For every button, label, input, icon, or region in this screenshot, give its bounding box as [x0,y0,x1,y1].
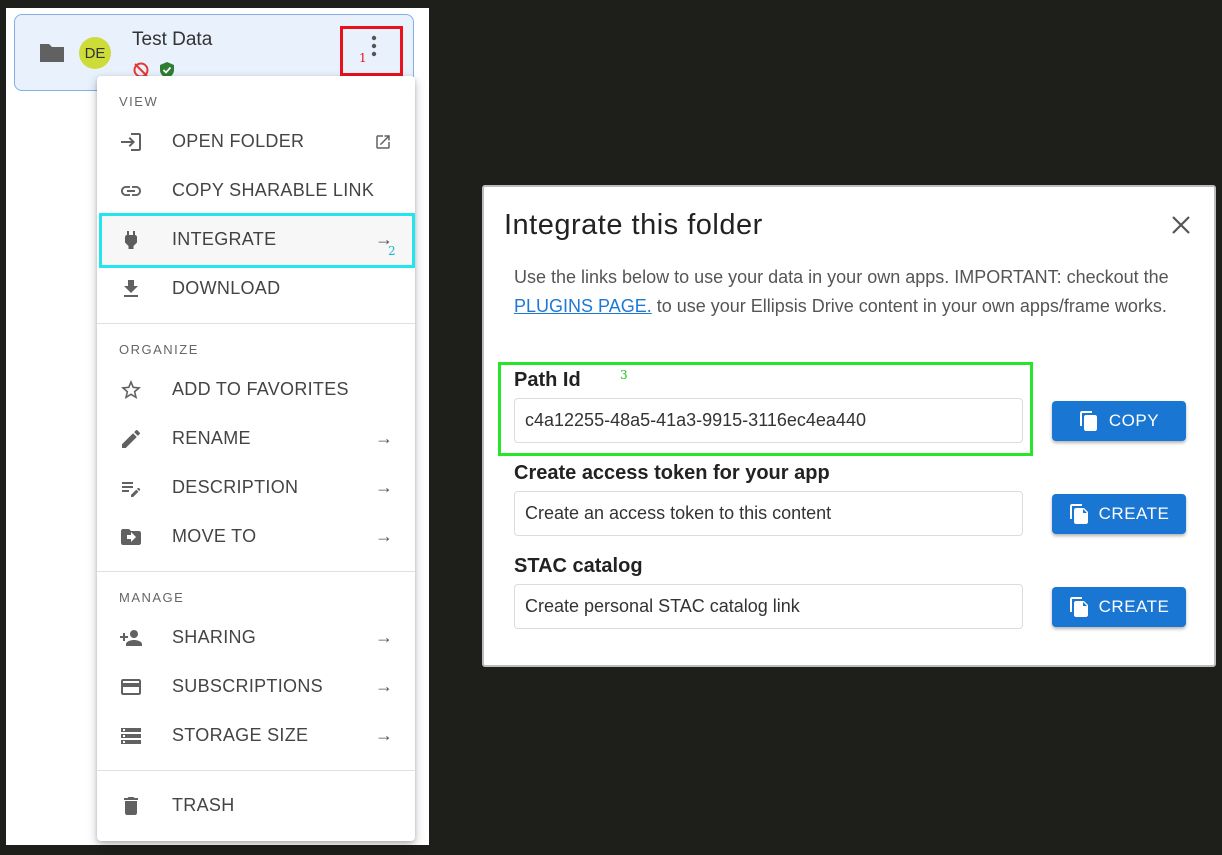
menu-item-copy-link[interactable]: COPY SHARABLE LINK [97,166,415,215]
integrate-highlight: 2 [99,213,415,268]
menu-item-trash[interactable]: TRASH [97,781,415,830]
arrow-right-icon: → [375,627,393,647]
drive-file-move-icon [119,525,143,549]
step-marker-3: 3 [620,368,628,382]
menu-item-download[interactable]: DOWNLOAD [97,264,415,313]
menu-label: DOWNLOAD [172,278,281,298]
edit-note-icon [119,476,143,500]
folder-icon [38,42,66,64]
menu-item-storage-size[interactable]: STORAGE SIZE → [97,711,415,760]
menu-item-rename[interactable]: RENAME → [97,414,415,463]
menu-label: SUBSCRIPTIONS [172,676,323,696]
menu-label: COPY SHARABLE LINK [172,180,375,200]
arrow-right-icon: → [375,477,393,497]
copy-icon [1079,411,1097,431]
arrow-right-icon: → [375,526,393,546]
download-icon [119,277,143,301]
dialog-description: Use the links below to use your data in … [514,263,1194,321]
avatar: DE [79,37,111,69]
menu-item-add-favorites[interactable]: ADD TO FAVORITES [97,365,415,414]
close-icon[interactable] [1170,214,1192,236]
more-options-highlight[interactable]: 1 [340,26,403,76]
create-stac-button[interactable]: CREATE [1052,587,1186,627]
dialog-title: Integrate this folder [504,209,763,241]
menu-item-subscriptions[interactable]: SUBSCRIPTIONS → [97,662,415,711]
menu-label: OPEN FOLDER [172,131,305,151]
arrow-right-icon: → [375,428,393,448]
context-menu: VIEW OPEN FOLDER COPY SHARABLE LINK INTE… [97,76,415,841]
section-manage: MANAGE [119,590,185,605]
more-vert-icon[interactable] [371,35,377,57]
step-marker-1: 1 [359,51,367,65]
menu-item-move-to[interactable]: MOVE TO → [97,512,415,561]
path-id-field[interactable]: c4a12255-48a5-41a3-9915-3116ec4ea440 [514,398,1023,443]
folder-title: Test Data [132,29,213,50]
token-field[interactable]: Create an access token to this content [514,491,1023,536]
stac-field[interactable]: Create personal STAC catalog link [514,584,1023,629]
section-view: VIEW [119,94,159,109]
step-marker-2: 2 [388,244,396,258]
integrate-dialog: Integrate this folder Use the links belo… [482,185,1216,667]
desc-text: Use the links below to use your data in … [514,267,1169,287]
file-copy-icon [1069,597,1088,617]
menu-label: MOVE TO [172,526,257,546]
pencil-icon [119,427,143,451]
token-label: Create access token for your app [514,462,830,484]
login-icon [119,130,143,154]
copy-button[interactable]: COPY [1052,401,1186,441]
menu-item-sharing[interactable]: SHARING → [97,613,415,662]
link-icon [119,179,143,203]
menu-item-open-folder[interactable]: OPEN FOLDER [97,117,415,166]
menu-label: DESCRIPTION [172,477,299,497]
divider [97,770,415,771]
trash-icon [119,794,143,818]
menu-label: RENAME [172,428,251,448]
file-copy-icon [1069,504,1088,524]
section-organize: ORGANIZE [119,342,199,357]
create-label: CREATE [1098,504,1170,523]
copy-label: COPY [1108,411,1160,430]
menu-label: ADD TO FAVORITES [172,379,349,399]
menu-label: TRASH [172,795,235,815]
divider [97,323,415,324]
stac-label: STAC catalog [514,555,643,577]
arrow-right-icon: → [375,676,393,696]
credit-card-icon [119,675,143,699]
menu-label: SHARING [172,627,257,647]
star-outline-icon [119,378,143,402]
open-in-new-icon [374,133,392,151]
menu-item-description[interactable]: DESCRIPTION → [97,463,415,512]
arrow-right-icon: → [375,725,393,745]
path-id-label: Path Id [514,369,581,391]
storage-icon [119,724,143,748]
menu-label: STORAGE SIZE [172,725,309,745]
create-label: CREATE [1098,597,1170,616]
divider [97,571,415,572]
create-token-button[interactable]: CREATE [1052,494,1186,534]
person-add-icon [119,626,143,650]
plugins-page-link[interactable]: PLUGINS PAGE. [514,296,652,316]
desc-text: to use your Ellipsis Drive content in yo… [651,296,1167,316]
